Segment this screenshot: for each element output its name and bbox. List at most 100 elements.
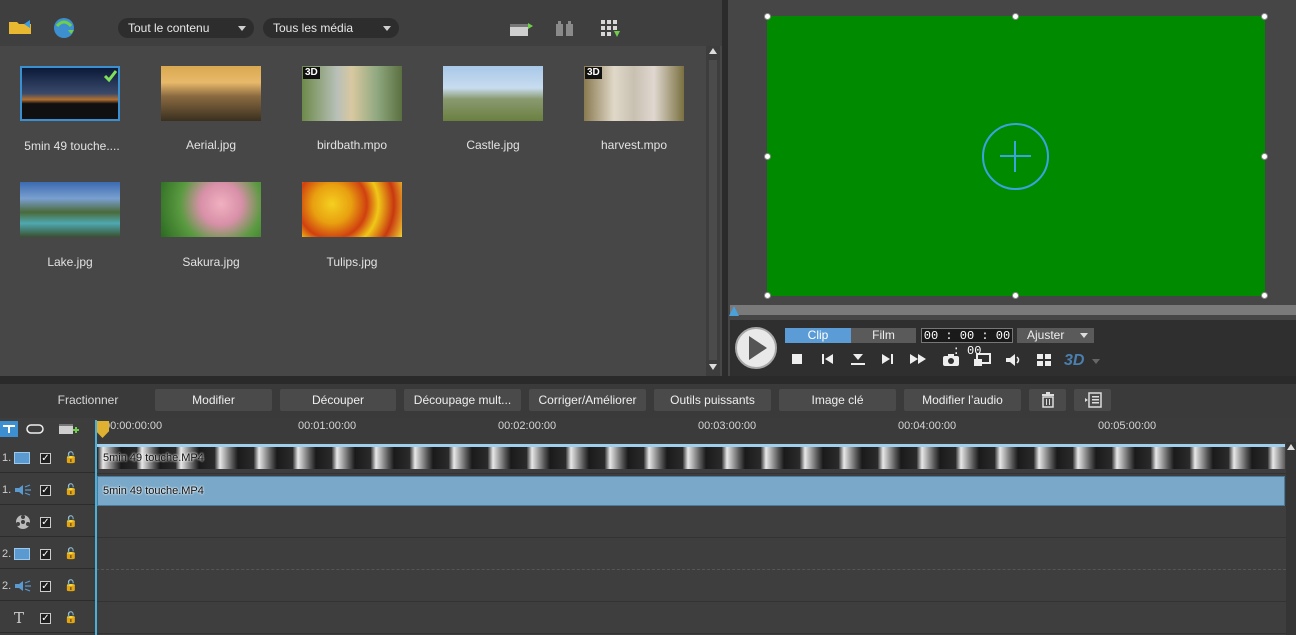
edit-audio-button[interactable]: Modifier l’audio — [904, 389, 1021, 411]
resize-handle[interactable] — [764, 292, 771, 299]
track-enable-checkbox[interactable]: ✓ — [40, 453, 51, 464]
resize-handle[interactable] — [1261, 292, 1268, 299]
settings-grid-icon[interactable] — [1035, 353, 1053, 369]
download-content-icon[interactable] — [52, 16, 78, 40]
scroll-up-icon[interactable] — [1287, 444, 1295, 450]
media-thumbnail[interactable]: 3D — [302, 66, 402, 121]
library-scrollbar[interactable] — [706, 46, 720, 376]
trim-button[interactable]: Découper — [280, 389, 396, 411]
media-thumbnail[interactable] — [20, 66, 120, 121]
timeline-view-icon[interactable] — [0, 421, 18, 437]
edit-button[interactable]: Modifier — [155, 389, 272, 411]
track-row[interactable] — [96, 538, 1286, 570]
snapshot-camera-icon[interactable] — [942, 353, 960, 369]
fix-enhance-button[interactable]: Corriger/Améliorer — [529, 389, 646, 411]
more-options-button[interactable] — [1074, 389, 1111, 411]
media-thumbnail[interactable] — [161, 182, 261, 237]
audio-track-icon — [14, 580, 31, 592]
track-enable-checkbox[interactable]: ✓ — [40, 613, 51, 624]
resize-handle[interactable] — [1261, 153, 1268, 160]
power-tools-button[interactable]: Outils puissants — [654, 389, 771, 411]
scroll-up-icon[interactable] — [709, 48, 717, 54]
mode-clip-button[interactable]: Clip — [785, 328, 851, 343]
lock-icon[interactable]: 🔓 — [64, 579, 78, 592]
lock-icon[interactable]: 🔓 — [64, 451, 78, 464]
import-media-icon[interactable] — [8, 18, 34, 36]
media-filter-dropdown[interactable]: Tous les média — [263, 18, 399, 38]
delete-button[interactable] — [1029, 389, 1066, 411]
add-track-icon[interactable] — [58, 420, 80, 438]
resize-handle[interactable] — [764, 153, 771, 160]
content-filter-dropdown[interactable]: Tout le contenu — [118, 18, 254, 38]
media-label: Sakura.jpg — [182, 255, 240, 269]
track-header-title: T ✓ 🔓 — [0, 602, 95, 633]
plus-icon-bar — [1014, 141, 1016, 172]
track-enable-checkbox[interactable]: ✓ — [40, 549, 51, 560]
effects-track-icon — [14, 514, 30, 529]
timeline-scrollbar[interactable] — [1286, 442, 1296, 635]
split-marker-icon[interactable] — [849, 353, 867, 369]
chevron-down-icon — [383, 26, 391, 31]
lock-icon[interactable]: 🔓 — [64, 515, 78, 528]
media-thumbnail[interactable] — [443, 66, 543, 121]
list-menu-icon — [1084, 392, 1102, 408]
mode-film-button[interactable]: Film — [851, 328, 916, 343]
timecode-display[interactable]: 00 : 00 : 00 : 00 — [921, 328, 1013, 358]
previous-frame-icon[interactable] — [818, 353, 836, 369]
fit-dropdown[interactable]: Ajuster — [1017, 328, 1094, 343]
track-number: 2. — [2, 548, 12, 560]
3d-badge: 3D — [303, 67, 320, 79]
video-clip[interactable]: 5min 49 touche.MP4 — [97, 444, 1285, 469]
track-row[interactable] — [96, 506, 1286, 538]
display-screen-icon[interactable] — [973, 353, 991, 369]
volume-icon[interactable] — [1005, 353, 1023, 369]
lock-icon[interactable]: 🔓 — [64, 483, 78, 496]
seek-marker-icon[interactable] — [729, 306, 739, 316]
view-grid-icon[interactable] — [600, 19, 622, 39]
track-header-video-1: 1. ✓ 🔓 — [0, 442, 95, 473]
3d-mode-button[interactable]: 3D — [1064, 353, 1100, 369]
audio-clip[interactable]: 5min 49 touche.MP4 — [97, 476, 1285, 506]
ruler-tick-label: 00:00:00:00 — [104, 420, 163, 432]
fast-forward-icon[interactable] — [909, 353, 927, 369]
ruler-tick-label: 00:03:00:00 — [698, 420, 757, 432]
track-enable-checkbox[interactable]: ✓ — [40, 581, 51, 592]
lock-icon[interactable]: 🔓 — [64, 611, 78, 624]
media-label: Aerial.jpg — [185, 138, 237, 152]
storyboard-view-icon[interactable] — [26, 422, 44, 436]
stop-icon[interactable] — [788, 353, 806, 369]
resize-handle[interactable] — [764, 13, 771, 20]
split-button[interactable]: Fractionner — [30, 389, 146, 411]
track-header-audio-1: 1. ✓ 🔓 — [0, 474, 95, 505]
resize-handle[interactable] — [1012, 292, 1019, 299]
seek-bar[interactable] — [730, 305, 1296, 315]
fit-label: Ajuster — [1027, 328, 1065, 342]
media-thumbnail[interactable]: 3D — [584, 66, 684, 121]
scroll-down-icon[interactable] — [709, 364, 717, 370]
scroll-thumb[interactable] — [709, 60, 717, 360]
track-header-effects: ✓ 🔓 — [0, 506, 95, 537]
content-filter-label: Tout le contenu — [128, 21, 210, 35]
media-thumbnail[interactable] — [302, 182, 402, 237]
media-thumbnail[interactable] — [20, 182, 120, 237]
resize-handle[interactable] — [1261, 13, 1268, 20]
clip-thumbnail-strip — [97, 447, 1285, 469]
horizontal-splitter[interactable] — [0, 376, 1296, 384]
lock-icon[interactable]: 🔓 — [64, 547, 78, 560]
next-frame-icon[interactable] — [879, 353, 897, 369]
resize-handle[interactable] — [1012, 13, 1019, 20]
chevron-down-icon — [1080, 333, 1088, 338]
track-enable-checkbox[interactable]: ✓ — [40, 485, 51, 496]
multi-trim-button[interactable]: Découpage mult... — [404, 389, 521, 411]
track-row[interactable] — [96, 602, 1286, 634]
3d-badge: 3D — [585, 67, 602, 79]
plugins-icon[interactable] — [554, 20, 576, 38]
track-number: 1. — [2, 452, 12, 464]
track-header-audio-2: 2. ✓ 🔓 — [0, 570, 95, 601]
capture-icon[interactable] — [509, 20, 535, 38]
track-row[interactable] — [96, 570, 1286, 602]
track-enable-checkbox[interactable]: ✓ — [40, 517, 51, 528]
playhead-line[interactable] — [95, 420, 97, 635]
media-thumbnail[interactable] — [161, 66, 261, 121]
keyframe-button[interactable]: Image clé — [779, 389, 896, 411]
